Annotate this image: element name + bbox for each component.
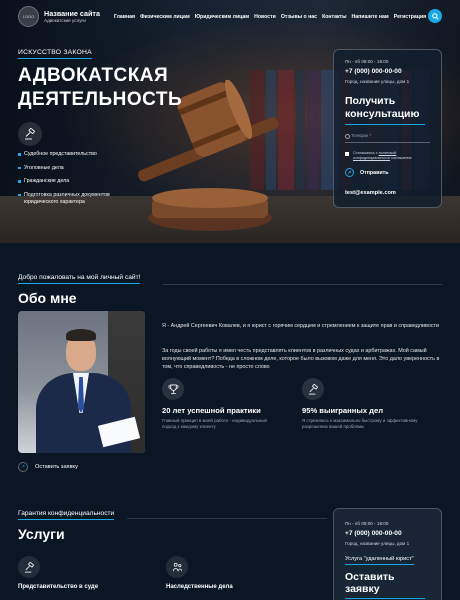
order-request-button[interactable]: ↗ Оставить заявку [18, 462, 78, 472]
order-request-label: Оставить заявку [35, 464, 78, 470]
working-hours: Пн - пб 08:00 - 18:00 [345, 521, 389, 526]
nav-item-reviews[interactable]: Отзывы о нас [281, 14, 317, 20]
site-name: Название сайта [44, 9, 100, 18]
contact-email[interactable]: test@example.com [345, 190, 430, 196]
list-item: Уголовные дела [18, 165, 118, 172]
consent-text: Соглашаюсь с политикой конфиденциальност… [353, 151, 430, 160]
send-button[interactable]: ↗ Отправить [345, 168, 430, 177]
services-title: Услуги [18, 526, 65, 542]
brand-block[interactable]: Название сайта Адвокатские услуги [44, 9, 100, 24]
nav-item-home[interactable]: Главная [114, 14, 135, 20]
service-item-inheritance[interactable]: Наследственные дела [166, 584, 233, 590]
site-subtitle: Адвокатские услуги [44, 18, 86, 23]
photo-hair [66, 329, 96, 341]
divider [162, 284, 442, 285]
search-icon [431, 12, 439, 20]
consent-prefix: Соглашаюсь с [353, 151, 379, 155]
court-badge [18, 556, 40, 578]
title-underline [345, 124, 425, 125]
inheritance-badge [166, 556, 188, 578]
address: Город, название улицы, дом 1 [345, 541, 410, 546]
arrow-right-icon: ↗ [345, 168, 354, 177]
address: Город, название улицы, дом 1 [345, 79, 410, 84]
working-hours: Пн - пб 08:00 - 18:00 [345, 59, 389, 64]
gavel-badge [18, 122, 42, 146]
stat-experience-title: 20 лет успешной практики [162, 406, 261, 415]
hero-title-line1: АДВОКАТСКАЯ [18, 65, 169, 86]
site-logo[interactable]: LOGO [18, 6, 39, 27]
gavel-badge-2 [302, 378, 324, 400]
consultation-card: Пн - пб 08:00 - 18:00 +7 (000) 000-00-00… [333, 49, 442, 208]
phone-field[interactable]: Телефон * [345, 133, 430, 143]
consent-suffix: соглашение [390, 155, 412, 160]
title-underline [345, 598, 425, 599]
stat-wins-desc: Я стремлюсь к максимально быстрому и эфф… [302, 418, 418, 429]
services-kicker: Гарантия конфиденциальности [18, 510, 115, 520]
consent-checkbox[interactable] [345, 152, 349, 156]
gavel-icon [25, 128, 35, 140]
nav-item-write-us[interactable]: Напишите нам [352, 14, 389, 20]
consent-row: Соглашаюсь с политикой конфиденциальност… [345, 151, 430, 160]
logo-text: LOGO [22, 14, 35, 19]
about-paragraph-1: Я - Андрей Сергеевич Ковалев, и я юрист … [162, 323, 440, 329]
stat-wins-title: 95% выигранных дел [302, 406, 384, 415]
list-item: Гражданские дела [18, 178, 118, 185]
request-title: Оставить заявку [345, 571, 395, 595]
hero-title-line2: ДЕЯТЕЛЬНОСТЬ [18, 89, 183, 110]
about-kicker: Добро пожаловать на мой личный сайт! [18, 274, 141, 284]
site-header: LOGO Название сайта Адвокатские услуги Г… [0, 0, 460, 33]
divider [127, 518, 327, 519]
hero-kicker: ИСКУССТВО ЗАКОНА [18, 49, 92, 59]
arrow-right-icon: ↗ [18, 462, 28, 472]
lawyer-photo [18, 311, 145, 453]
gavel-icon [24, 561, 34, 572]
stat-experience-desc: Главный принцип в моей работе - индивиду… [162, 418, 267, 429]
service-item-court[interactable]: Представительство в суде [18, 584, 98, 590]
phone-number[interactable]: +7 (000) 000-00-00 [345, 530, 430, 537]
nav-item-register[interactable]: Регистрация [394, 14, 426, 20]
hero-services-list: Судебное представительство Уголовные дел… [18, 151, 118, 212]
phone-number[interactable]: +7 (000) 000-00-00 [345, 68, 430, 75]
send-label: Отправить [360, 169, 389, 176]
remote-lawyer-card: Пн - пб 08:00 - 18:00 +7 (000) 000-00-00… [333, 508, 442, 600]
nav-item-legal-entities[interactable]: Юридическим лицам [195, 14, 249, 20]
gavel-icon [308, 383, 318, 394]
nav-item-contacts[interactable]: Контакты [322, 14, 346, 20]
trophy-icon [168, 384, 178, 394]
main-nav: Главная Физическим лицам Юридическим лиц… [114, 14, 426, 20]
about-title: Обо мне [18, 290, 77, 306]
search-button[interactable] [428, 9, 442, 23]
remote-lawyer-service: Услуга "удаленный юрист" [345, 556, 414, 565]
nav-item-news[interactable]: Новости [254, 14, 276, 20]
list-item: Подготовка различных документов юридичес… [18, 192, 118, 206]
list-item: Судебное представительство [18, 151, 118, 158]
nav-item-individuals[interactable]: Физическим лицам [140, 14, 190, 20]
about-paragraph-2: За годы своей работы я имел честь предст… [162, 348, 440, 370]
family-icon [172, 562, 182, 571]
hero-title: АДВОКАТСКАЯ ДЕЯТЕЛЬНОСТЬ [18, 64, 182, 112]
consultation-title: Получить консультацию [345, 95, 420, 120]
trophy-badge [162, 378, 184, 400]
